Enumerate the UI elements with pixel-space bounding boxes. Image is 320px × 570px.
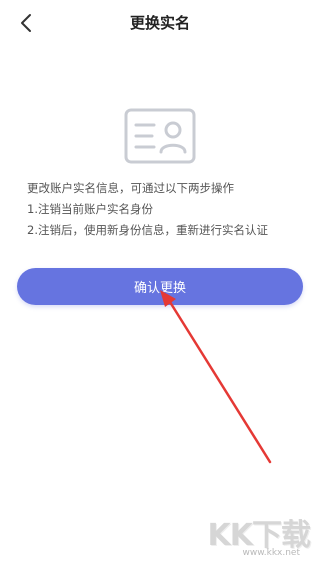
info-line-intro: 更改账户实名信息，可通过以下两步操作: [27, 181, 234, 195]
top-bar: 更换实名: [0, 0, 320, 46]
info-text: 更改账户实名信息，可通过以下两步操作 1.注销当前账户实名身份 2.注销后，使用…: [27, 178, 317, 241]
watermark-url: www.kkx.net: [242, 548, 301, 558]
id-card-icon: [124, 108, 196, 164]
info-line-step-1: 1.注销当前账户实名身份: [27, 202, 153, 216]
watermark: KK下载 www.kkx.net: [196, 510, 314, 558]
page-title: 更换实名: [129, 14, 190, 32]
info-line-step-2: 2.注销后，使用新身份信息，重新进行实名认证: [27, 223, 268, 237]
confirm-change-button[interactable]: 确认更换: [17, 268, 303, 305]
